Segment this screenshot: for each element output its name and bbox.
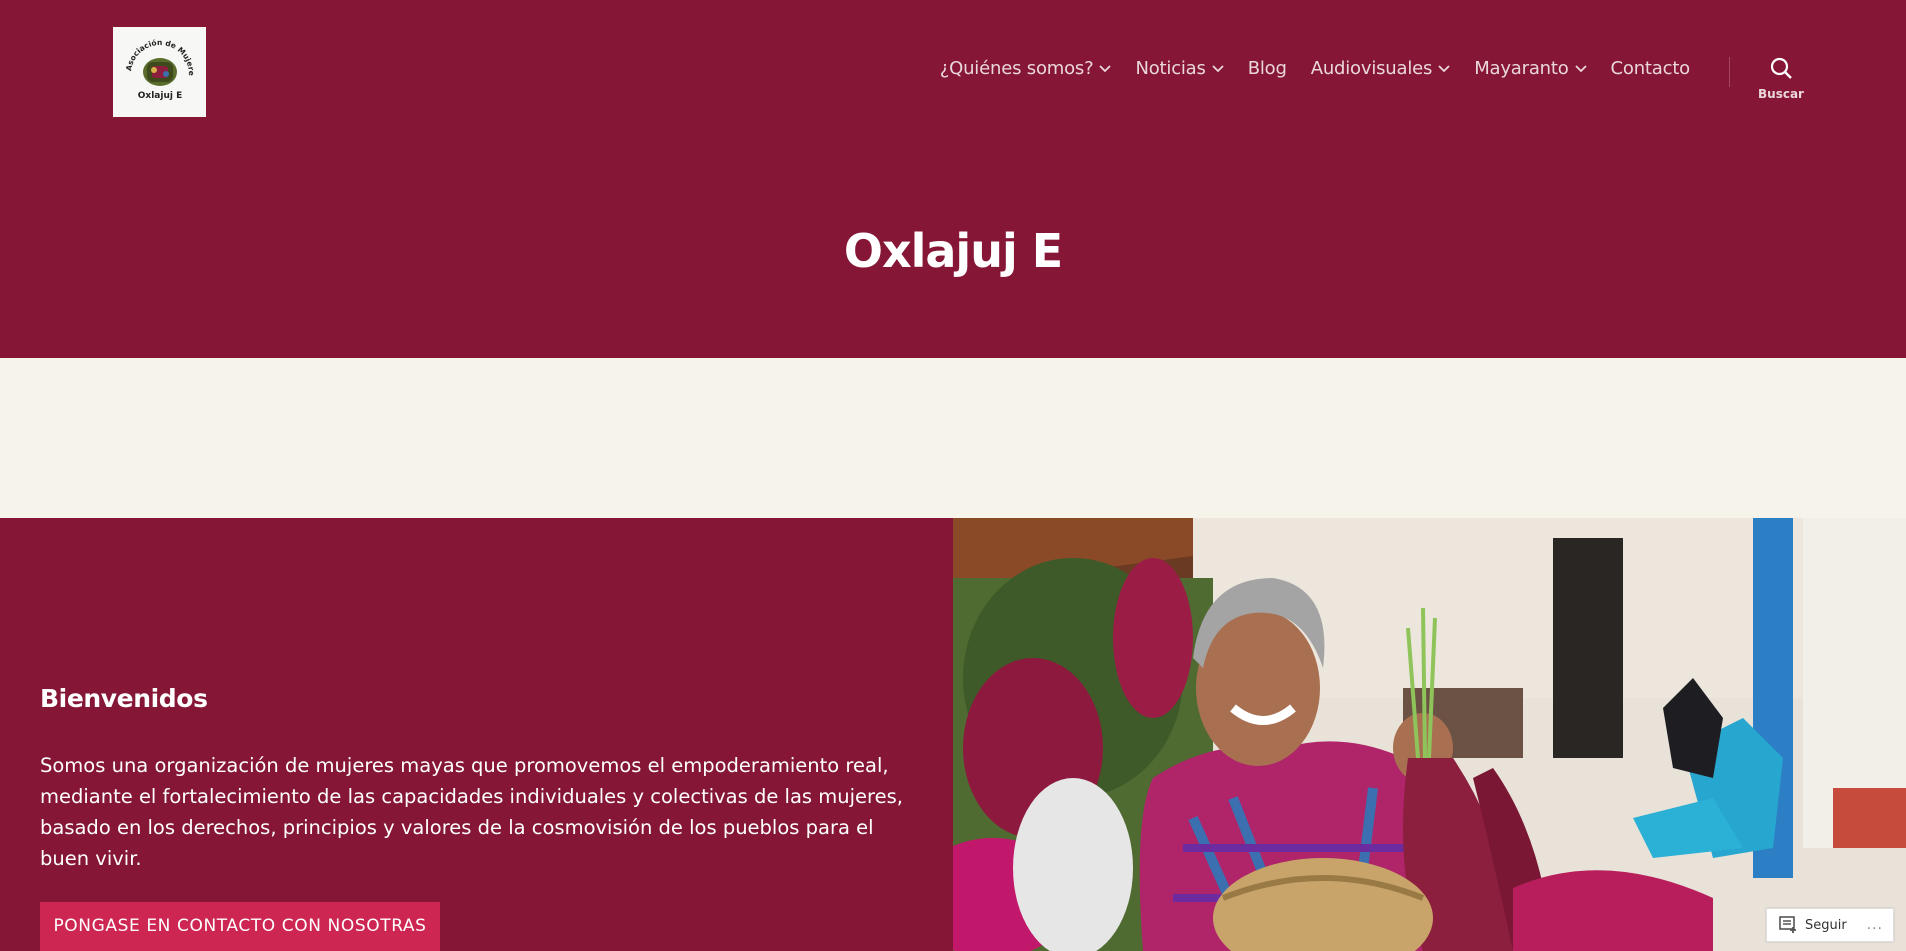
site-header: Asociación de Mujeres Mayas Oxlajuj E ¿Q… [0,0,1906,358]
nav-item-contacto[interactable]: Contacto [1610,58,1691,79]
nav-divider [1729,57,1730,87]
woman-weaving-photo [953,518,1906,951]
nav-item-audiovisuales[interactable]: Audiovisuales [1311,58,1450,79]
more-options-icon[interactable]: ... [1867,917,1883,933]
site-logo[interactable]: Asociación de Mujeres Mayas Oxlajuj E [113,27,206,117]
site-title[interactable]: Oxlajuj E [0,224,1906,278]
search-button[interactable]: Buscar [1755,56,1807,110]
follow-button[interactable]: Seguir ... [1766,908,1894,942]
nav-item-label: Contacto [1610,58,1691,79]
nav-item-label: Mayaranto [1474,58,1569,79]
nav-item-blog[interactable]: Blog [1248,58,1287,79]
nav-item-label: ¿Quiénes somos? [939,58,1094,79]
primary-nav: ¿Quiénes somos? Noticias Blog Audiovisua… [940,58,1690,79]
welcome-text: Somos una organización de mujeres mayas … [40,754,903,870]
contact-us-button[interactable]: PONGASE EN CONTACTO CON NOSOTRAS [40,902,440,951]
cover-section: Bienvenidos Somos una organización de mu… [0,518,1906,951]
follow-label: Seguir [1805,917,1847,933]
cover-text-panel: Bienvenidos Somos una organización de mu… [0,518,953,951]
search-label: Buscar [1758,87,1804,101]
cover-photo [953,518,1906,951]
chevron-down-icon [1099,64,1112,72]
nav-item-label: Noticias [1135,58,1206,79]
welcome-title: Bienvenidos [40,684,208,713]
chevron-down-icon [1574,64,1587,72]
logo-emblem-icon: Asociación de Mujeres Mayas Oxlajuj E [117,30,196,101]
chevron-down-icon [1212,64,1224,72]
nav-item-label: Blog [1247,58,1287,79]
search-icon [1770,57,1792,79]
nav-item-mayaranto[interactable]: Mayaranto [1474,58,1587,79]
nav-item-label: Audiovisuales [1310,58,1433,79]
spacer-band [0,358,1906,518]
chevron-down-icon [1438,64,1450,72]
nav-item-noticias[interactable]: Noticias [1135,58,1224,79]
logo-name-text: Oxlajuj E [137,91,181,101]
nav-item-quienes-somos[interactable]: ¿Quiénes somos? [940,58,1112,79]
follow-icon [1779,916,1796,933]
